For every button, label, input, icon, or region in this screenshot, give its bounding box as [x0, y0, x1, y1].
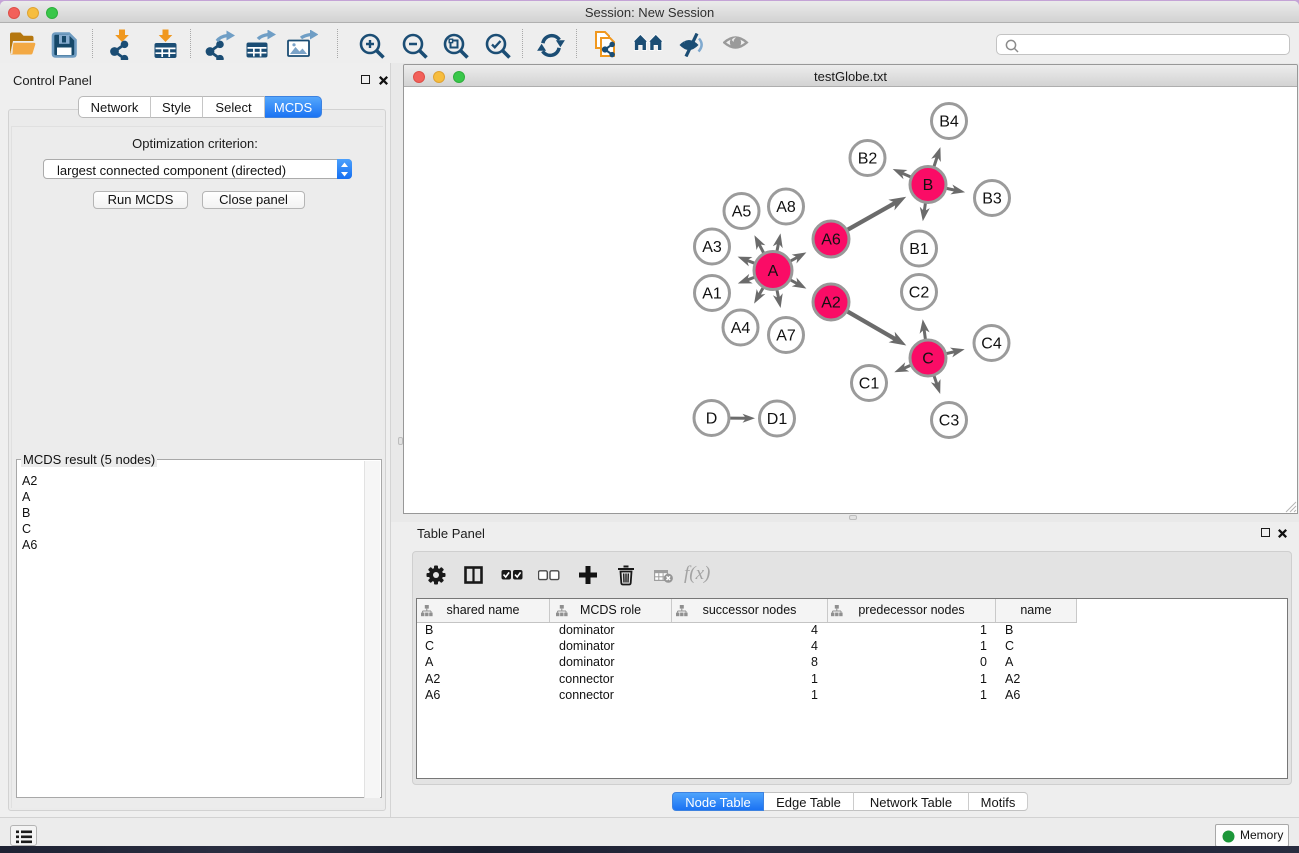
- svg-text:A8: A8: [776, 199, 796, 216]
- svg-text:C4: C4: [981, 336, 1002, 353]
- svg-text:A3: A3: [702, 239, 722, 256]
- svg-text:B4: B4: [939, 114, 959, 131]
- svg-text:B1: B1: [909, 241, 929, 258]
- svg-text:C3: C3: [939, 413, 960, 430]
- svg-text:A5: A5: [732, 204, 752, 221]
- svg-text:D1: D1: [767, 411, 788, 428]
- svg-text:A1: A1: [702, 286, 722, 303]
- svg-text:A: A: [768, 263, 779, 280]
- svg-text:A4: A4: [731, 320, 751, 337]
- svg-text:B3: B3: [982, 191, 1002, 208]
- svg-text:A2: A2: [821, 295, 841, 312]
- svg-text:B2: B2: [858, 151, 878, 168]
- svg-text:B: B: [923, 177, 934, 194]
- svg-text:C2: C2: [909, 285, 930, 302]
- svg-text:A7: A7: [776, 328, 796, 345]
- svg-text:A6: A6: [821, 232, 841, 249]
- svg-text:C: C: [922, 351, 934, 368]
- svg-text:C1: C1: [859, 376, 880, 393]
- svg-text:D: D: [706, 411, 718, 428]
